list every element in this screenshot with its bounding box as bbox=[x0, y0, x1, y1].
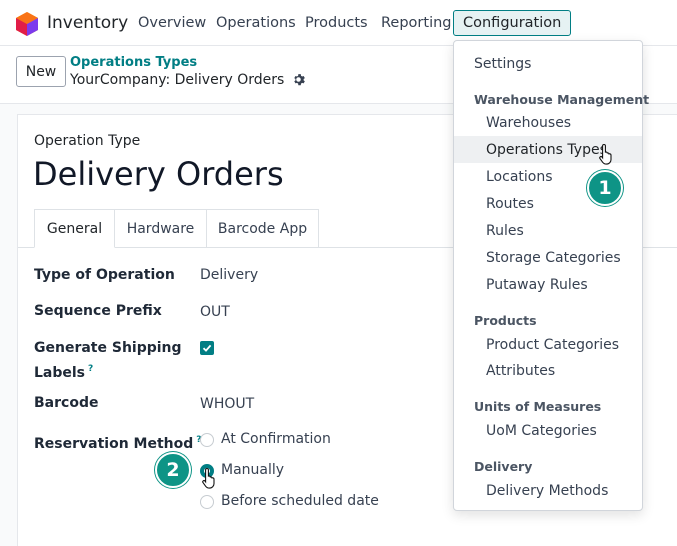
tab-hardware[interactable]: Hardware bbox=[114, 209, 207, 248]
barcode-label: Barcode bbox=[34, 395, 99, 411]
new-button[interactable]: New bbox=[16, 56, 66, 87]
tab-general[interactable]: General bbox=[34, 209, 115, 248]
header-delivery: Delivery bbox=[474, 459, 533, 474]
menu-operations[interactable]: Operations bbox=[216, 15, 296, 31]
menu-item-delivery-methods[interactable]: Delivery Methods bbox=[454, 477, 642, 504]
reservation-method-text: Reservation Method bbox=[34, 436, 194, 452]
radio-label-at-confirmation[interactable]: At Confirmation bbox=[221, 431, 331, 447]
generate-shipping-labels-label: Generate Shipping Labels? bbox=[34, 338, 182, 384]
type-of-operation-value[interactable]: Delivery bbox=[200, 267, 258, 283]
checkmark-icon bbox=[202, 344, 212, 352]
step-badge-1: 1 bbox=[587, 170, 623, 206]
radio-label-before-scheduled-date[interactable]: Before scheduled date bbox=[221, 493, 379, 509]
reservation-method-label: Reservation Method? bbox=[34, 430, 202, 455]
generate-shipping-labels-line1: Generate Shipping bbox=[34, 340, 182, 356]
header-warehouse-management: Warehouse Management bbox=[474, 92, 650, 107]
menu-item-product-categories[interactable]: Product Categories bbox=[454, 331, 642, 358]
type-of-operation-label: Type of Operation bbox=[34, 267, 175, 283]
hand-cursor-icon bbox=[599, 143, 612, 165]
section-label: Operation Type bbox=[34, 133, 141, 149]
menu-item-rules[interactable]: Rules bbox=[454, 217, 642, 244]
menu-item-warehouses[interactable]: Warehouses bbox=[454, 109, 642, 136]
generate-shipping-labels-line2: Labels bbox=[34, 365, 86, 381]
generate-shipping-labels-checkbox[interactable] bbox=[200, 341, 214, 355]
hand-cursor-icon bbox=[202, 467, 215, 489]
radio-before-scheduled-date[interactable] bbox=[200, 495, 214, 509]
sequence-prefix-value[interactable]: OUT bbox=[200, 304, 230, 320]
menu-item-putaway-rules[interactable]: Putaway Rules bbox=[454, 271, 642, 298]
sequence-prefix-label: Sequence Prefix bbox=[34, 303, 162, 319]
menu-item-storage-categories[interactable]: Storage Categories bbox=[454, 244, 642, 271]
barcode-value[interactable]: WHOUT bbox=[200, 396, 254, 412]
header-products: Products bbox=[474, 313, 537, 328]
header-units-of-measures: Units of Measures bbox=[474, 399, 602, 414]
tab-barcode-app[interactable]: Barcode App bbox=[206, 209, 319, 248]
breadcrumb-operations-types[interactable]: Operations Types bbox=[70, 55, 197, 70]
menu-reporting[interactable]: Reporting bbox=[381, 15, 452, 31]
help-tooltip-icon[interactable]: ? bbox=[88, 364, 93, 374]
record-title: YourCompany: Delivery Orders bbox=[70, 72, 305, 88]
gear-icon[interactable] bbox=[292, 73, 305, 86]
configuration-dropdown: Settings Warehouse Management Warehouses… bbox=[453, 40, 649, 511]
inventory-app-icon[interactable] bbox=[16, 12, 38, 36]
record-name[interactable]: Delivery Orders bbox=[33, 155, 284, 193]
menu-overview[interactable]: Overview bbox=[138, 15, 206, 31]
record-title-text: YourCompany: Delivery Orders bbox=[70, 72, 285, 88]
menu-item-attributes[interactable]: Attributes bbox=[454, 357, 642, 384]
radio-label-manually[interactable]: Manually bbox=[221, 462, 284, 478]
menu-item-uom-categories[interactable]: UoM Categories bbox=[454, 417, 642, 444]
menu-products[interactable]: Products bbox=[305, 15, 368, 31]
menu-configuration[interactable]: Configuration bbox=[453, 10, 572, 36]
step-badge-2: 2 bbox=[155, 452, 191, 488]
menu-item-settings[interactable]: Settings bbox=[454, 50, 642, 77]
radio-at-confirmation[interactable] bbox=[200, 433, 214, 447]
app-name[interactable]: Inventory bbox=[47, 13, 128, 33]
